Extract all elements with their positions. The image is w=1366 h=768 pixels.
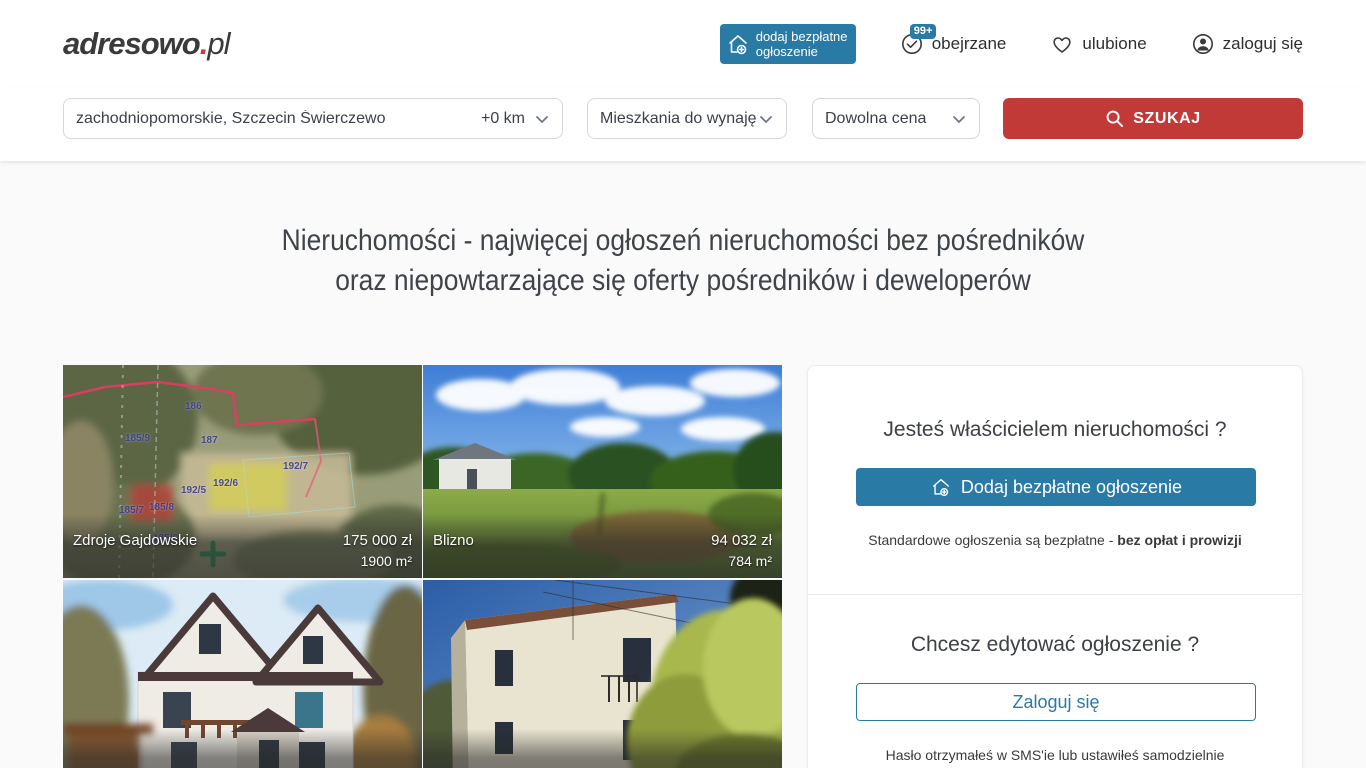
listing-name: Blizno bbox=[433, 532, 474, 569]
listing-area: 784 m² bbox=[711, 553, 772, 569]
category-select[interactable]: Mieszkania do wynajęc bbox=[587, 98, 787, 139]
login-button[interactable]: Zaloguj się bbox=[856, 683, 1256, 721]
add-free-listing-label: Dodaj bezpłatne ogłoszenie bbox=[961, 477, 1182, 498]
category-value: Mieszkania do wynajęc bbox=[600, 110, 756, 128]
edit-note: Hasło otrzymałeś w SMS'ie lub ustawiłeś … bbox=[856, 747, 1254, 763]
add-listing-label: dodaj bezpłatne ogłoszenie bbox=[756, 29, 848, 59]
nav-viewed-label: obejrzane bbox=[932, 34, 1007, 54]
listing-grid: 186 185/9 187 192/7 192/5 192/6 185/7 18… bbox=[63, 365, 782, 768]
check-circle-icon: 99+ bbox=[900, 32, 924, 56]
price-select[interactable]: Dowolna cena bbox=[812, 98, 980, 139]
add-listing-button[interactable]: dodaj bezpłatne ogłoszenie bbox=[720, 24, 856, 64]
edit-heading: Chcesz edytować ogłoszenie ? bbox=[856, 633, 1254, 657]
listing-card-zakrzewo-koscielne[interactable]: Zakrzewo Kościelne 1 250 000 zł bbox=[63, 580, 422, 768]
search-bar: zachodniopomorskie, Szczecin Świerczewo … bbox=[0, 88, 1366, 161]
listing-info-band: Zdroje Gajdowskie 175 000 zł 1900 m² bbox=[63, 514, 422, 578]
listing-info-band: Blizno 94 032 zł 784 m² bbox=[423, 514, 782, 578]
chevron-down-icon bbox=[534, 111, 550, 127]
price-value: Dowolna cena bbox=[825, 110, 926, 128]
edit-section: Chcesz edytować ogłoszenie ? Zaloguj się… bbox=[808, 594, 1302, 768]
location-input[interactable]: zachodniopomorskie, Szczecin Świerczewo … bbox=[63, 98, 563, 139]
house-add-icon bbox=[726, 32, 750, 56]
owner-heading: Jesteś właścicielem nieruchomości ? bbox=[856, 418, 1254, 442]
nav-login[interactable]: zaloguj się bbox=[1191, 32, 1303, 56]
viewed-count-badge: 99+ bbox=[910, 24, 937, 39]
logo-text: adresowo bbox=[63, 26, 200, 61]
login-button-label: Zaloguj się bbox=[1012, 692, 1099, 713]
location-value: zachodniopomorskie, Szczecin Świerczewo bbox=[76, 110, 481, 128]
listing-info-band: Zakrzewo Kościelne 1 250 000 zł bbox=[63, 729, 422, 768]
listing-card-zdroje-gajdowskie[interactable]: 186 185/9 187 192/7 192/5 192/6 185/7 18… bbox=[63, 365, 422, 578]
logo-tld: pl bbox=[207, 26, 229, 61]
nav-favorites-label: ulubione bbox=[1082, 34, 1146, 54]
nav-viewed[interactable]: 99+ obejrzane bbox=[900, 32, 1007, 56]
owner-note: Standardowe ogłoszenia są bezpłatne - be… bbox=[856, 532, 1254, 548]
nav-login-label: zaloguj się bbox=[1223, 34, 1303, 54]
chevron-down-icon bbox=[758, 111, 774, 127]
owner-sidebar: Jesteś właścicielem nieruchomości ? Doda… bbox=[807, 365, 1303, 768]
owner-note-bold: bez opłat i prowizji bbox=[1117, 532, 1241, 548]
nav-favorites[interactable]: ulubione bbox=[1050, 32, 1146, 56]
listing-area: 1900 m² bbox=[343, 553, 412, 569]
listing-info-band: Pyki, ul. Graniczna 370 000 zł bbox=[423, 729, 782, 768]
listing-price: 175 000 zł bbox=[343, 532, 412, 549]
chevron-down-icon bbox=[951, 111, 967, 127]
radius-select[interactable]: +0 km bbox=[481, 110, 550, 128]
listing-price: 94 032 zł bbox=[711, 532, 772, 549]
user-icon bbox=[1191, 32, 1215, 56]
add-free-listing-button[interactable]: Dodaj bezpłatne ogłoszenie bbox=[856, 468, 1256, 506]
header: adresowo.pl dodaj bezpłatne ogłoszenie 9… bbox=[0, 0, 1366, 88]
page-title: Nieruchomości - najwięcej ogłoszeń nieru… bbox=[0, 221, 1366, 301]
site-logo[interactable]: adresowo.pl bbox=[63, 26, 229, 62]
top-navigation: dodaj bezpłatne ogłoszenie 99+ obejrzane… bbox=[720, 24, 1303, 64]
owner-section: Jesteś właścicielem nieruchomości ? Doda… bbox=[808, 366, 1302, 594]
page-title-line1: Nieruchomości - najwięcej ogłoszeń nieru… bbox=[82, 221, 1284, 261]
search-icon bbox=[1105, 109, 1124, 128]
house-add-icon bbox=[930, 476, 952, 498]
heart-icon bbox=[1050, 32, 1074, 56]
radius-value: +0 km bbox=[481, 110, 525, 128]
search-button[interactable]: SZUKAJ bbox=[1003, 98, 1303, 139]
main-content: 186 185/9 187 192/7 192/5 192/6 185/7 18… bbox=[0, 301, 1366, 768]
listing-name: Zdroje Gajdowskie bbox=[73, 532, 197, 569]
listing-card-pyki[interactable]: Pyki, ul. Graniczna 370 000 zł bbox=[423, 580, 782, 768]
listing-card-blizno[interactable]: Blizno 94 032 zł 784 m² bbox=[423, 365, 782, 578]
search-button-label: SZUKAJ bbox=[1133, 110, 1201, 128]
page-title-line2: oraz niepowtarzające się oferty pośredni… bbox=[82, 261, 1284, 301]
